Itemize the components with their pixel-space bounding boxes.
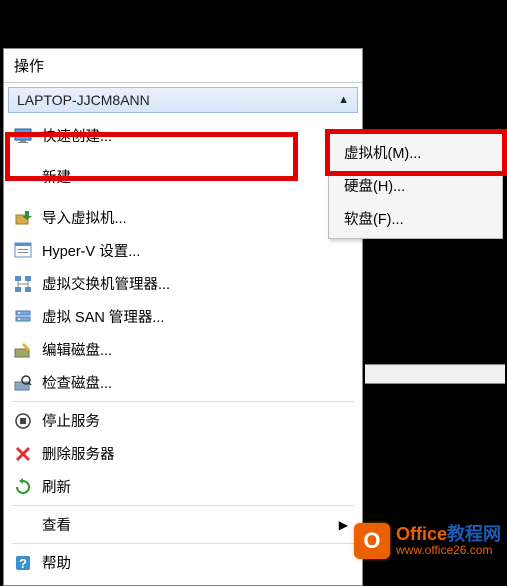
section-label: LAPTOP-JJCM8ANN — [17, 92, 150, 108]
menu-view[interactable]: 查看 ▶ — [4, 508, 362, 541]
blank-icon — [14, 168, 32, 186]
watermark-url: www.office26.com — [396, 544, 501, 557]
submenu-hdd[interactable]: 硬盘(H)... — [332, 169, 499, 202]
help-icon: ? — [14, 554, 32, 572]
menu-label: 虚拟交换机管理器... — [42, 273, 170, 294]
menu-list: 快速创建... 新建 ▶ 导入虚拟机... Hyper-V 设置... 虚拟交换… — [4, 117, 362, 585]
menu-quick-create[interactable]: 快速创建... — [4, 119, 362, 152]
import-icon — [14, 209, 32, 227]
monitor-icon — [14, 127, 32, 145]
menu-label: 停止服务 — [42, 410, 100, 431]
menu-stop-service[interactable]: 停止服务 — [4, 404, 362, 437]
menu-label: 帮助 — [42, 552, 71, 573]
network-switch-icon — [14, 275, 32, 293]
watermark-brand: Office教程网 — [396, 525, 501, 545]
menu-label: 刷新 — [42, 476, 71, 497]
separator — [12, 505, 354, 506]
chevron-right-icon: ▶ — [339, 518, 348, 532]
menu-help[interactable]: ? 帮助 — [4, 546, 362, 579]
menu-hyperv-settings[interactable]: Hyper-V 设置... — [4, 234, 362, 267]
menu-remove-server[interactable]: 删除服务器 — [4, 437, 362, 470]
watermark: O Office教程网 www.office26.com — [354, 523, 501, 559]
stop-icon — [14, 412, 32, 430]
menu-label: Hyper-V 设置... — [42, 240, 140, 261]
collapse-arrow-icon: ▲ — [338, 94, 349, 106]
menu-vsan-manager[interactable]: 虚拟 SAN 管理器... — [4, 300, 362, 333]
blank-icon — [14, 516, 32, 534]
menu-edit-disk[interactable]: 编辑磁盘... — [4, 333, 362, 366]
menu-refresh[interactable]: 刷新 — [4, 470, 362, 503]
menu-label: 编辑磁盘... — [42, 339, 112, 360]
edit-disk-icon — [14, 341, 32, 359]
menu-vswitch-manager[interactable]: 虚拟交换机管理器... — [4, 267, 362, 300]
background-strip — [365, 364, 505, 384]
menu-label: 导入虚拟机... — [42, 207, 127, 228]
menu-label: 新建 — [42, 166, 71, 187]
actions-panel: 操作 LAPTOP-JJCM8ANN ▲ 快速创建... 新建 ▶ 导入虚拟机.… — [3, 48, 363, 586]
section-header[interactable]: LAPTOP-JJCM8ANN ▲ — [8, 87, 358, 113]
submenu-vm[interactable]: 虚拟机(M)... — [332, 136, 499, 169]
settings-icon — [14, 242, 32, 260]
separator — [12, 401, 354, 402]
submenu-floppy[interactable]: 软盘(F)... — [332, 202, 499, 235]
menu-new[interactable]: 新建 ▶ — [4, 152, 362, 201]
inspect-disk-icon — [14, 374, 32, 392]
menu-label: 快速创建... — [42, 125, 112, 146]
menu-label: 查看 — [42, 514, 71, 535]
new-submenu: 虚拟机(M)... 硬盘(H)... 软盘(F)... — [328, 132, 503, 239]
menu-import-vm[interactable]: 导入虚拟机... — [4, 201, 362, 234]
panel-title: 操作 — [4, 49, 362, 83]
separator — [12, 543, 354, 544]
menu-label: 虚拟 SAN 管理器... — [42, 306, 164, 327]
san-icon — [14, 308, 32, 326]
delete-icon — [14, 445, 32, 463]
refresh-icon — [14, 478, 32, 496]
svg-text:?: ? — [19, 556, 27, 571]
menu-inspect-disk[interactable]: 检查磁盘... — [4, 366, 362, 399]
menu-label: 检查磁盘... — [42, 372, 112, 393]
menu-label: 删除服务器 — [42, 443, 115, 464]
watermark-logo-icon: O — [354, 523, 390, 559]
